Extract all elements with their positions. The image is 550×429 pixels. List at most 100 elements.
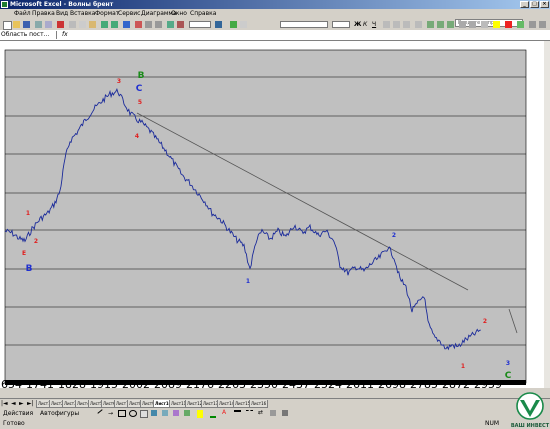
x-tick-label: 2524: [314, 378, 342, 388]
borders-icon[interactable]: [481, 21, 488, 28]
menu-file[interactable]: Файл: [14, 9, 31, 19]
price-chart[interactable]: 3BC5412EB12213C 165417411828191520022089…: [0, 41, 544, 388]
menu-edit[interactable]: Правка: [32, 9, 55, 19]
wave-label: 3: [506, 360, 510, 367]
rectangle-icon[interactable]: [118, 410, 126, 417]
line-style-icon[interactable]: [234, 410, 241, 413]
arrow-style-icon[interactable]: ⇄: [258, 409, 263, 416]
sort-desc-icon[interactable]: [155, 21, 162, 28]
wave-label: C: [505, 371, 512, 381]
wave-label: B: [26, 264, 33, 274]
drawing-icon[interactable]: [177, 21, 184, 28]
x-tick-label: 2611: [346, 378, 374, 388]
tab-last-icon[interactable]: ►|: [27, 400, 34, 407]
line-color-icon[interactable]: [210, 410, 216, 418]
font-select[interactable]: [280, 21, 328, 28]
fill-color-draw-icon[interactable]: [197, 410, 203, 418]
arrow-icon[interactable]: →: [108, 410, 113, 417]
menu-view[interactable]: Вид: [56, 9, 68, 19]
preview-icon[interactable]: [45, 21, 52, 28]
copy-icon[interactable]: [79, 21, 86, 28]
font-size-select[interactable]: [332, 21, 350, 28]
picture-icon[interactable]: [184, 410, 190, 416]
comma-icon[interactable]: [447, 21, 454, 28]
open-icon[interactable]: [13, 21, 20, 28]
textbox-icon[interactable]: [140, 410, 148, 418]
increase-indent-icon[interactable]: [469, 21, 476, 28]
autosum-icon[interactable]: [135, 21, 142, 28]
align-left-icon[interactable]: [383, 21, 390, 28]
wave-label: E: [22, 250, 26, 257]
tab-next-icon[interactable]: ►: [19, 400, 24, 407]
undo-icon[interactable]: [101, 21, 108, 28]
wave-label: 1: [461, 363, 465, 370]
close-button[interactable]: ×: [540, 1, 549, 8]
align-right-icon[interactable]: [403, 21, 410, 28]
fx-icon[interactable]: fx: [62, 31, 68, 39]
status-ready: Готово: [3, 420, 25, 427]
autoshapes-menu[interactable]: Автофигуры: [40, 410, 79, 417]
drawing-toolbar: Действия Автофигуры → A ⇄: [0, 408, 500, 419]
legend-icon[interactable]: [529, 21, 536, 28]
new-icon[interactable]: [3, 21, 12, 30]
menu-tools[interactable]: Сервис: [118, 9, 140, 19]
decrease-indent-icon[interactable]: [459, 21, 466, 28]
link-icon[interactable]: [123, 21, 130, 28]
font-color-icon[interactable]: [505, 21, 512, 28]
spell-icon[interactable]: [57, 21, 64, 28]
shadow-icon[interactable]: [270, 410, 276, 416]
vertical-scrollbar[interactable]: [544, 41, 550, 388]
italic-icon[interactable]: К: [363, 21, 370, 28]
help-icon[interactable]: [215, 21, 222, 28]
tab-prev-icon[interactable]: ◄: [11, 400, 16, 407]
name-box[interactable]: Область пост...: [1, 31, 57, 39]
zoom-select[interactable]: [189, 21, 211, 28]
font-color-draw-icon[interactable]: A: [222, 409, 226, 416]
merge-icon[interactable]: [415, 21, 422, 28]
wave-label: B: [138, 71, 145, 81]
logo-text: ВАШ ИНВЕСТ: [511, 423, 550, 429]
menu-insert[interactable]: Вставка: [70, 9, 95, 19]
chart-area-icon[interactable]: [230, 21, 237, 28]
save-icon[interactable]: [23, 21, 30, 28]
x-tick-label: 1915: [90, 378, 118, 388]
x-axis: 1654 1741 1828 1915 2002 2089 2176 2263 2350 2437…: [0, 378, 502, 388]
currency-icon[interactable]: [427, 21, 434, 28]
maximize-button[interactable]: □: [530, 1, 539, 8]
paste-icon[interactable]: [89, 21, 96, 28]
bold-icon[interactable]: Ж: [354, 21, 361, 28]
cut-icon[interactable]: [69, 21, 76, 28]
plot-area[interactable]: [4, 49, 527, 384]
wave-label: 1: [26, 210, 30, 217]
menu-window[interactable]: Окно: [171, 9, 187, 19]
sort-asc-icon[interactable]: [145, 21, 152, 28]
sheet-tab[interactable]: Лист16: [249, 400, 269, 408]
menu-help[interactable]: Справка: [190, 9, 216, 19]
wave-label: 5: [138, 99, 142, 106]
format-chart-icon[interactable]: [240, 21, 247, 28]
actions-menu[interactable]: Действия: [3, 410, 33, 417]
tab-first-icon[interactable]: |◄: [1, 400, 8, 407]
3d-icon[interactable]: [282, 410, 288, 416]
print-icon[interactable]: [35, 21, 42, 28]
diagram-icon[interactable]: [162, 410, 168, 416]
dash-style-icon[interactable]: [246, 410, 253, 412]
excel-icon: [1, 1, 8, 8]
fill-color-icon[interactable]: [493, 21, 500, 28]
minimize-button[interactable]: _: [520, 1, 529, 8]
window-controls: _ □ ×: [520, 1, 549, 8]
align-center-icon[interactable]: [393, 21, 400, 28]
underline-icon[interactable]: Ч: [372, 21, 379, 28]
clipart-icon[interactable]: [173, 410, 179, 416]
oval-icon[interactable]: [129, 410, 137, 417]
percent-icon[interactable]: [437, 21, 444, 28]
chart-type-icon[interactable]: [517, 21, 524, 28]
wordart-icon[interactable]: [151, 410, 157, 416]
redo-icon[interactable]: [111, 21, 118, 28]
wave-label: 2: [392, 232, 396, 239]
menu-format[interactable]: Формат: [95, 9, 119, 19]
chart-wizard-icon[interactable]: [167, 21, 174, 28]
data-table-icon[interactable]: [539, 21, 546, 28]
line-icon[interactable]: [97, 409, 103, 414]
x-tick-label: 2437: [282, 378, 310, 388]
